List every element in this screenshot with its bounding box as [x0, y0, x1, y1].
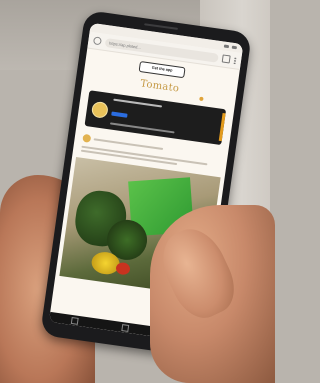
speaker-grille — [144, 23, 179, 30]
profile-card-text — [109, 97, 221, 142]
home-icon[interactable] — [121, 323, 130, 332]
signal-icon — [223, 44, 230, 49]
red-pepper — [115, 261, 131, 276]
badge — [111, 111, 128, 118]
brand-dot-icon — [199, 96, 204, 102]
open-app-button[interactable]: Get the app — [138, 60, 186, 79]
battery-icon — [231, 45, 238, 50]
menu-icon[interactable] — [233, 56, 237, 64]
text-line — [109, 122, 175, 134]
text-line — [113, 98, 162, 108]
back-icon[interactable] — [71, 316, 79, 325]
avatar — [82, 133, 92, 143]
avatar — [90, 100, 109, 119]
tabs-icon[interactable] — [221, 54, 231, 64]
info-icon[interactable] — [92, 36, 102, 46]
